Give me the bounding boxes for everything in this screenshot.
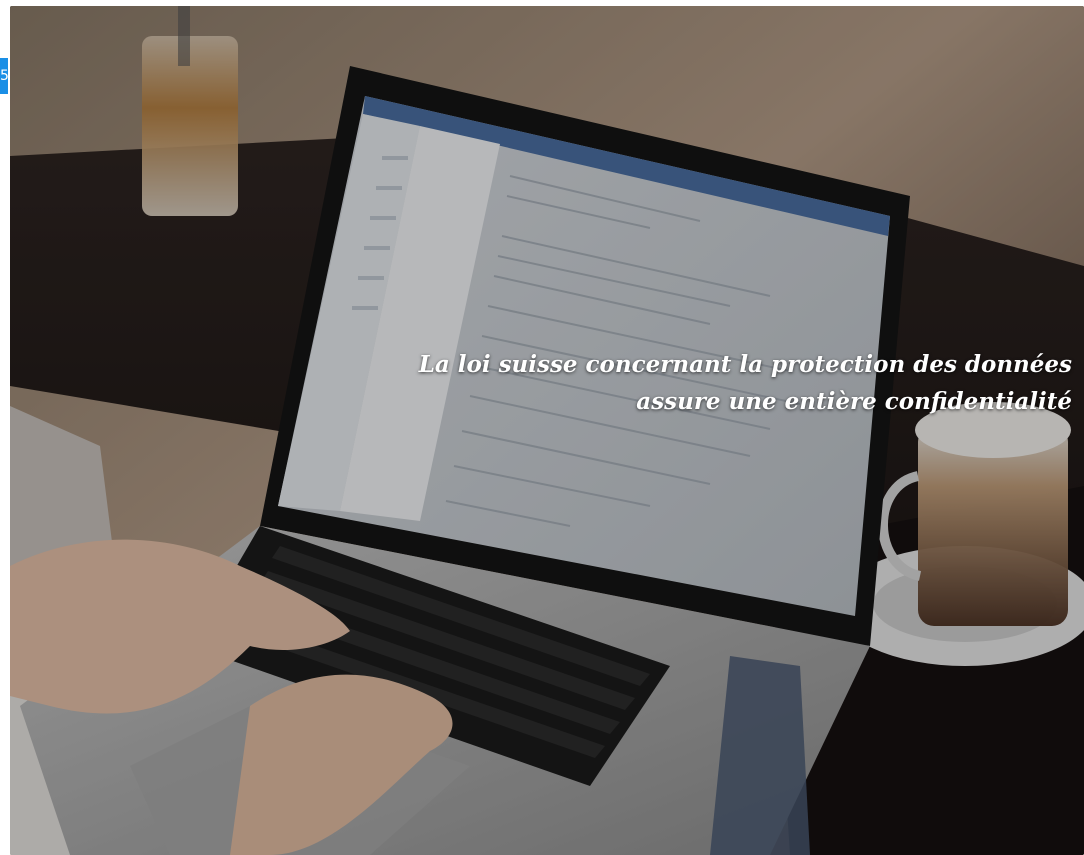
dark-overlay [10, 6, 1084, 855]
slide-number-badge[interactable]: 5 [0, 58, 8, 94]
hero-headline: La loi suisse concernant la protection d… [352, 346, 1072, 420]
hero-image: La loi suisse concernant la protection d… [10, 6, 1084, 855]
headline-line-1: La loi suisse concernant la protection d… [418, 351, 1072, 378]
headline-line-2: assure une entière confidentialité [636, 388, 1072, 415]
